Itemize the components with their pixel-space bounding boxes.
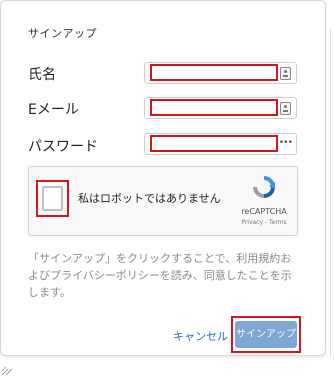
email-label: Eメール: [28, 102, 79, 118]
recaptcha-brand: reCAPTCHA: [241, 207, 287, 216]
contact-card-icon: [280, 102, 291, 115]
signup-dialog: サインアップ 氏名 Eメール パスワード ••• 私はロボットではありません r…: [0, 0, 326, 356]
signup-button[interactable]: サインアップ: [235, 321, 297, 348]
recaptcha-checkbox-highlight: [36, 180, 69, 217]
cancel-button[interactable]: キャンセル: [173, 328, 228, 344]
password-field-highlight: [150, 135, 278, 152]
password-mask-dots: •••: [278, 138, 293, 148]
password-field[interactable]: •••: [144, 133, 297, 155]
recaptcha-privacy-terms[interactable]: Privacy - Terms: [236, 219, 292, 226]
dialog-title: サインアップ: [28, 27, 97, 40]
name-label: 氏名: [28, 67, 56, 83]
recaptcha-checkbox[interactable]: [42, 186, 63, 211]
recaptcha-label: 私はロボットではありません: [78, 192, 221, 205]
terms-notice: 「サインアップ」をクリックすることで、利用規約およびプライバシーポリシーを読み、…: [28, 252, 292, 299]
email-field-highlight: [150, 99, 278, 116]
recaptcha-widget: 私はロボットではありません reCAPTCHA Privacy - Terms: [28, 166, 298, 236]
name-field-highlight: [150, 64, 278, 81]
resize-grip-icon[interactable]: [0, 356, 24, 377]
email-field[interactable]: [144, 97, 297, 119]
contact-card-icon: [280, 67, 291, 80]
recaptcha-logo-icon: [253, 176, 275, 198]
page-divider: [330, 28, 331, 358]
signup-button-highlight: サインアップ: [231, 316, 301, 353]
name-field[interactable]: [144, 62, 297, 84]
password-label: パスワード: [28, 139, 98, 155]
page-edge: [327, 0, 334, 377]
